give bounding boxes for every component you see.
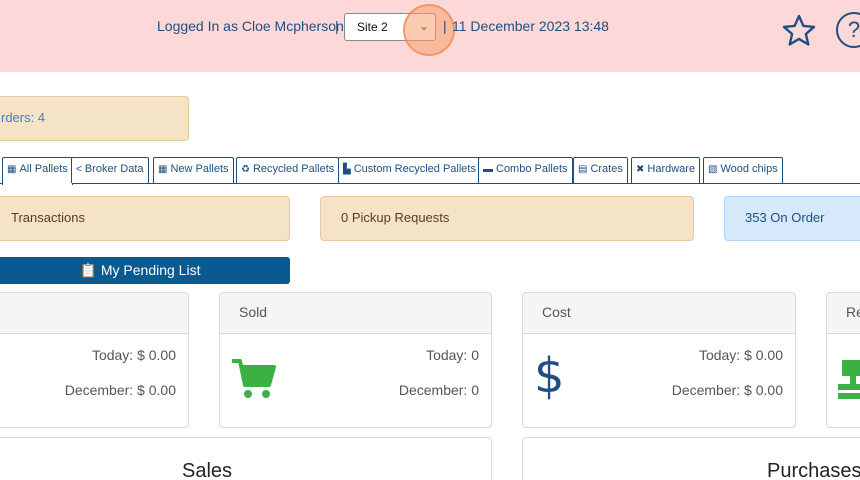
tab-recycled-pallets[interactable]: ♻ Recycled Pallets (236, 157, 340, 183)
tools-icon: ✖ (636, 164, 645, 175)
header-separator-2: | (443, 18, 447, 34)
site-select[interactable]: Site 2 ⌄ (344, 13, 436, 41)
orders-summary[interactable]: rders: 4 (0, 96, 189, 141)
on-order-box[interactable]: 353 On Order (724, 196, 860, 241)
tab-hardware[interactable]: ✖ Hardware (631, 157, 701, 183)
stat-card-cost-title: Cost (523, 293, 795, 334)
pallets-icon: ▦ (158, 164, 168, 175)
sales-panel (0, 437, 492, 480)
on-order-label: 353 On Order (745, 210, 825, 225)
current-datetime: 11 December 2023 13:48 (452, 18, 609, 34)
chevron-down-icon: ⌄ (418, 19, 429, 33)
tab-custom-recycled-pallets[interactable]: ▙ Custom Recycled Pallets (338, 157, 481, 183)
logged-in-text: Logged In as Cloe Mcpherson (157, 18, 344, 34)
dollar-icon: $ (534, 348, 565, 404)
custom-pallet-icon: ▙ (343, 164, 351, 175)
pallets-icon: ▦ (7, 164, 17, 175)
dashboard-page: Logged In as Cloe Mcpherson | Site 2 ⌄ |… (0, 0, 860, 480)
top-header: Logged In as Cloe Mcpherson | Site 2 ⌄ |… (0, 0, 860, 72)
orders-summary-label: rders: 4 (1, 110, 46, 125)
cost-today-value: Today: $ 0.00 (698, 347, 783, 363)
tab-crates[interactable]: ▤ Crates (573, 157, 628, 183)
woodchip-icon: ▧ (708, 164, 718, 175)
help-icon[interactable]: ? (836, 12, 860, 48)
tab-combo-pallets[interactable]: ▬ Combo Pallets (478, 157, 573, 183)
pickup-requests-box[interactable]: 0 Pickup Requests (320, 196, 694, 241)
crate-icon: ▤ (578, 164, 588, 175)
tab-broker-data[interactable]: < Broker Data (71, 157, 149, 183)
transactions-label: Transactions (11, 210, 85, 225)
my-pending-list-button[interactable]: 📋 My Pending List (0, 257, 290, 284)
tab-all-pallets[interactable]: ▦ All Pallets (2, 157, 73, 185)
transactions-box[interactable]: Transactions (0, 196, 290, 241)
stat-card-first: Today: $ 0.00 December: $ 0.00 (0, 292, 189, 428)
product-tabs: ▦ All Pallets < Broker Data ▦ New Pallets ♻… (0, 157, 860, 185)
purchases-panel-title: Purchases (767, 460, 860, 480)
register-icon (838, 360, 860, 399)
combo-icon: ▬ (483, 164, 493, 175)
cart-icon (232, 359, 276, 398)
share-icon: < (76, 164, 82, 175)
stat-today-value: Today: $ 0.00 (91, 347, 176, 363)
recycle-icon: ♻ (241, 164, 250, 175)
sold-today-value: Today: 0 (426, 347, 479, 363)
stat-month-value: December: $ 0.00 (64, 382, 176, 398)
clipboard-icon: 📋 (79, 262, 97, 278)
sold-month-value: December: 0 (398, 382, 479, 398)
pickup-requests-label: 0 Pickup Requests (341, 210, 450, 225)
header-separator: | (335, 18, 339, 34)
stat-card-first-header (0, 293, 188, 334)
tab-wood-chips[interactable]: ▧ Wood chips (703, 157, 783, 183)
tab-new-pallets[interactable]: ▦ New Pallets (153, 157, 234, 183)
stat-card-fourth-title: Re (827, 293, 860, 334)
cost-month-value: December: $ 0.00 (671, 382, 783, 398)
sales-panel-title: Sales (182, 460, 233, 480)
site-select-value: Site 2 (357, 20, 388, 34)
star-icon[interactable] (781, 13, 817, 49)
stat-card-sold-title: Sold (220, 293, 491, 334)
my-pending-list-label: My Pending List (100, 262, 201, 278)
